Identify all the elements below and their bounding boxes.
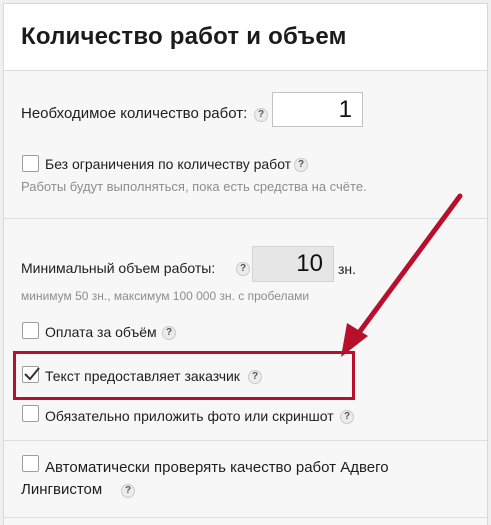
help-icon[interactable]: ? (121, 484, 135, 498)
work-count-input[interactable] (272, 92, 363, 127)
section-title: Количество работ и объем (21, 23, 347, 50)
pay-per-volume-checkbox[interactable] (22, 322, 39, 339)
attach-screenshot-checkbox[interactable] (22, 405, 39, 422)
min-volume-input (252, 246, 334, 282)
client-text-label: Текст предоставляет заказчик (45, 368, 240, 384)
divider (4, 218, 487, 219)
min-volume-unit: зн. (338, 261, 357, 277)
work-volume-panel: Количество работ и объем Необходимое кол… (3, 3, 488, 525)
unlimited-label: Без ограничения по количеству работ (45, 156, 292, 172)
auto-check-label: Автоматически проверять качество работ А… (45, 459, 389, 476)
min-volume-label: Минимальный объем работы: (21, 260, 216, 276)
attach-screenshot-label: Обязательно приложить фото или скриншот (45, 408, 334, 424)
help-icon[interactable]: ? (294, 158, 308, 172)
help-icon[interactable]: ? (340, 410, 354, 424)
divider (4, 517, 487, 518)
section-header: Количество работ и объем (4, 4, 487, 71)
divider (4, 440, 487, 441)
pay-per-volume-label: Оплата за объём (45, 324, 157, 340)
help-icon[interactable]: ? (254, 108, 268, 122)
checkmark-icon (24, 367, 40, 381)
auto-check-checkbox[interactable] (22, 455, 39, 472)
unlimited-checkbox[interactable] (22, 155, 39, 172)
help-icon[interactable]: ? (236, 262, 250, 276)
min-volume-hint: минимум 50 зн., максимум 100 000 зн. с п… (21, 289, 310, 303)
client-text-checkbox[interactable] (22, 366, 40, 383)
unlimited-hint: Работы будут выполняться, пока есть сред… (21, 179, 367, 194)
help-icon[interactable]: ? (162, 326, 176, 340)
auto-check-label-line2: Лингвистом (21, 481, 103, 498)
work-count-label: Необходимое количество работ: (21, 105, 248, 122)
help-icon[interactable]: ? (248, 370, 262, 384)
